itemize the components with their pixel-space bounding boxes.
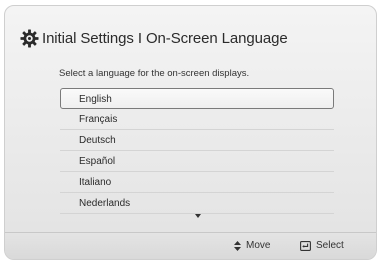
page-title: Initial Settings I On-Screen Language — [42, 29, 288, 47]
gear-icon — [19, 28, 40, 49]
select-label: Select — [316, 240, 344, 251]
move-label: Move — [246, 240, 271, 251]
footer-bar: Move Select — [5, 232, 376, 259]
enter-icon — [300, 240, 311, 251]
instruction-text: Select a language for the on-screen disp… — [59, 68, 250, 79]
language-option-francais[interactable]: Français — [60, 109, 334, 130]
language-option-deutsch[interactable]: Deutsch — [60, 130, 334, 151]
chevron-down-icon[interactable] — [195, 214, 201, 218]
header: Initial Settings I On-Screen Language — [19, 26, 288, 50]
language-option-nederlands[interactable]: Nederlands — [60, 193, 334, 214]
settings-screen: Initial Settings I On-Screen Language Se… — [4, 5, 377, 260]
select-hint: Select — [300, 240, 344, 251]
updown-arrows-icon — [234, 240, 241, 251]
language-list: English Français Deutsch Español Italian… — [60, 88, 334, 214]
language-option-english[interactable]: English — [60, 88, 334, 109]
move-hint: Move — [234, 240, 270, 251]
language-option-italiano[interactable]: Italiano — [60, 172, 334, 193]
language-option-espanol[interactable]: Español — [60, 151, 334, 172]
